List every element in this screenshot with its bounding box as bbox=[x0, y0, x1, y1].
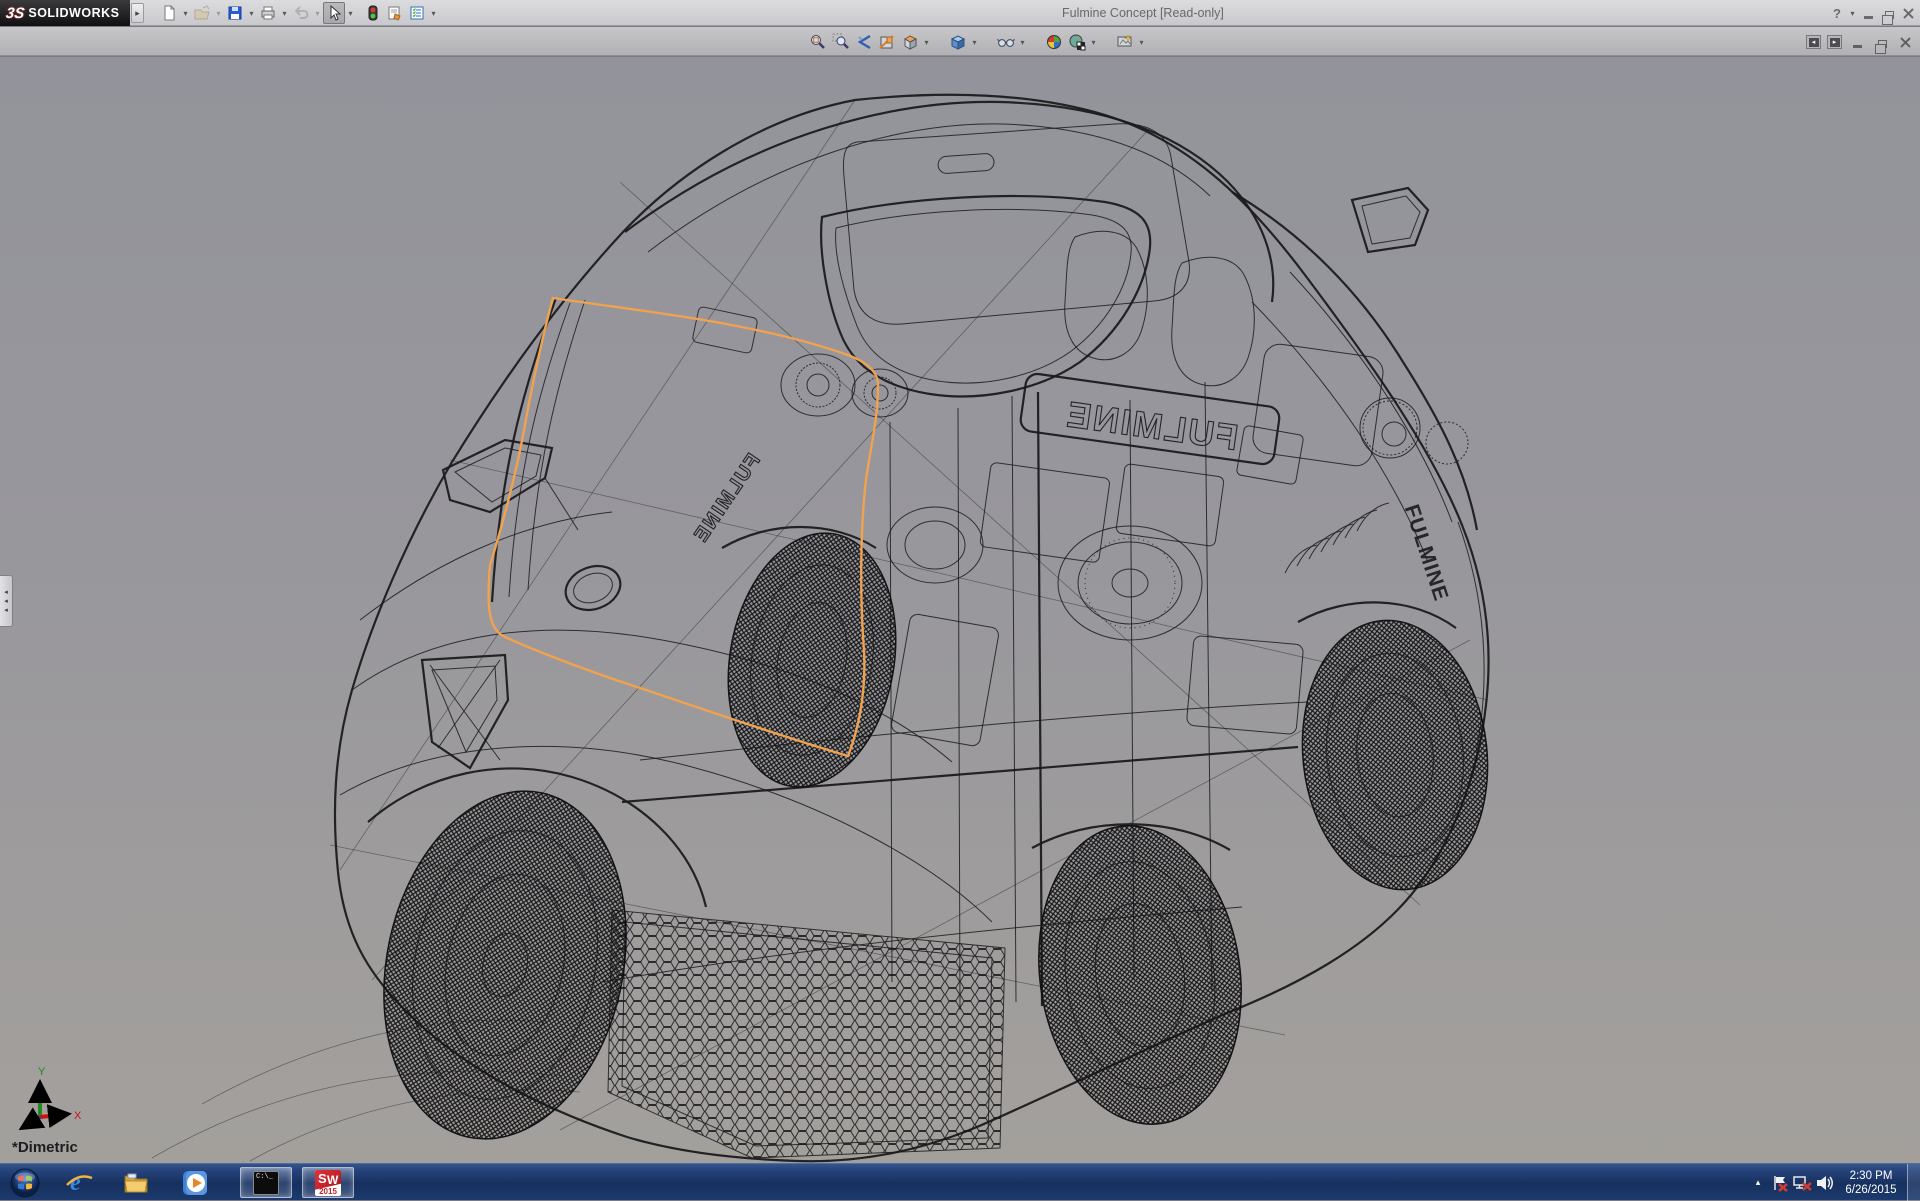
hide-show-dropdown-arrow[interactable]: ▾ bbox=[1017, 31, 1028, 53]
windows-taskbar: e C:\_ S W 2015 ▴ bbox=[0, 1163, 1920, 1200]
title-bar: 3S SOLIDWORKS ▸ ▾ ▾ ▾ ▾ ▾ ▾ bbox=[0, 0, 1920, 26]
print-dropdown-arrow[interactable]: ▾ bbox=[279, 2, 290, 24]
new-document-button[interactable] bbox=[158, 2, 180, 24]
undo-dropdown-arrow[interactable]: ▾ bbox=[312, 2, 323, 24]
document-window-controls: ◂ ▸ bbox=[1806, 30, 1914, 54]
action-center-icon[interactable] bbox=[1769, 1164, 1791, 1201]
side-mirror-right bbox=[1352, 188, 1428, 252]
apply-scene-icon[interactable] bbox=[1065, 31, 1088, 54]
file-explorer-icon bbox=[123, 1169, 151, 1197]
expand-pane-right-button[interactable]: ▸ bbox=[1827, 35, 1842, 49]
document-toolbar-row: ▾ ▾ ▾ ▾ ▾ ◂ ▸ bbox=[0, 27, 1920, 56]
solidworks-logo: 3S SOLIDWORKS bbox=[0, 0, 130, 26]
file-properties-button[interactable] bbox=[384, 2, 406, 24]
taskbar-command-prompt[interactable]: C:\_ bbox=[240, 1167, 292, 1198]
options-dropdown-arrow[interactable]: ▾ bbox=[428, 2, 439, 24]
zoom-to-fit-icon[interactable] bbox=[806, 31, 829, 54]
print-button[interactable] bbox=[257, 2, 279, 24]
select-dropdown-arrow[interactable]: ▾ bbox=[345, 2, 356, 24]
app-close-button[interactable] bbox=[1898, 3, 1918, 23]
cooling-fins bbox=[1285, 503, 1389, 573]
save-button[interactable] bbox=[224, 2, 246, 24]
dassault-3s-logo-icon: 3S bbox=[5, 5, 26, 22]
view-settings-dropdown-arrow[interactable]: ▾ bbox=[1136, 31, 1147, 53]
fulmine-badge-side: FULMINE bbox=[689, 450, 765, 548]
fulmine-badge-rear: FULMINE bbox=[1400, 502, 1453, 605]
edit-appearance-icon[interactable] bbox=[1042, 31, 1065, 54]
show-desktop-button[interactable] bbox=[1907, 1164, 1920, 1201]
new-dropdown-arrow[interactable]: ▾ bbox=[180, 2, 191, 24]
headlight-left-icon bbox=[781, 354, 855, 416]
previous-view-icon[interactable] bbox=[852, 31, 875, 54]
heads-up-view-toolbar: ▾ ▾ ▾ ▾ ▾ bbox=[806, 30, 1147, 54]
window-title: Fulmine Concept [Read-only] bbox=[1062, 0, 1224, 26]
rebuild-button[interactable] bbox=[362, 2, 384, 24]
hide-show-items-icon[interactable] bbox=[994, 31, 1017, 54]
taskbar-solidworks-2015[interactable]: S W 2015 bbox=[302, 1167, 354, 1198]
app-restore-button[interactable] bbox=[1878, 3, 1898, 23]
menu-flyout-arrow[interactable]: ▸ bbox=[131, 3, 144, 23]
taskbar-clock[interactable]: 2:30 PM 6/26/2015 bbox=[1835, 1169, 1907, 1197]
view-settings-icon[interactable] bbox=[1113, 31, 1136, 54]
graphics-area[interactable]: FULMINE FULMINE FULMINE ◂◂◂ Y X *Dimetri… bbox=[0, 57, 1920, 1163]
command-prompt-icon: C:\_ bbox=[253, 1171, 279, 1195]
doc-minimize-button[interactable] bbox=[1848, 33, 1866, 51]
select-tool-button[interactable] bbox=[323, 2, 345, 24]
view-orientation-label: *Dimetric bbox=[12, 1139, 78, 1156]
orientation-triad: Y X bbox=[8, 1065, 88, 1136]
volume-icon[interactable] bbox=[1813, 1164, 1835, 1201]
undo-button[interactable] bbox=[290, 2, 312, 24]
display-style-dropdown-arrow[interactable]: ▾ bbox=[969, 31, 980, 53]
standard-toolbar: ▾ ▾ ▾ ▾ ▾ ▾ ▾ bbox=[158, 1, 439, 25]
triad-y-label: Y bbox=[38, 1066, 46, 1078]
display-style-icon[interactable] bbox=[946, 31, 969, 54]
taskbar-file-explorer[interactable] bbox=[116, 1167, 158, 1198]
clock-date: 6/26/2015 bbox=[1835, 1183, 1907, 1197]
app-minimize-button[interactable] bbox=[1858, 3, 1878, 23]
wheel-rear-right bbox=[1289, 611, 1500, 899]
solidworks-2015-icon: S W 2015 bbox=[315, 1170, 341, 1196]
open-document-button[interactable] bbox=[191, 2, 213, 24]
tray-expand-arrow[interactable]: ▴ bbox=[1747, 1164, 1769, 1201]
doc-close-button[interactable] bbox=[1896, 33, 1914, 51]
zoom-to-area-icon[interactable] bbox=[829, 31, 852, 54]
save-dropdown-arrow[interactable]: ▾ bbox=[246, 2, 257, 24]
view-orientation-icon[interactable] bbox=[898, 31, 921, 54]
car-wireframe-model[interactable]: FULMINE FULMINE FULMINE bbox=[0, 57, 1920, 1163]
taskbar-internet-explorer[interactable]: e bbox=[58, 1167, 100, 1198]
media-player-icon bbox=[181, 1169, 209, 1197]
wheel-front-right bbox=[1020, 813, 1260, 1138]
options-button[interactable] bbox=[406, 2, 428, 24]
network-status-icon[interactable] bbox=[1791, 1164, 1813, 1201]
doc-restore-button[interactable] bbox=[1872, 33, 1890, 51]
headlight-right-icon bbox=[852, 369, 908, 417]
clock-time: 2:30 PM bbox=[1835, 1169, 1907, 1183]
app-window-controls: ? ▾ bbox=[1827, 0, 1918, 26]
svg-text:e: e bbox=[70, 1170, 81, 1196]
brake-disc-detail bbox=[1058, 526, 1202, 640]
triad-x-label: X bbox=[74, 1110, 82, 1122]
help-dropdown-arrow[interactable]: ▾ bbox=[1847, 2, 1858, 24]
open-dropdown-arrow[interactable]: ▾ bbox=[213, 2, 224, 24]
wheel-rear-left bbox=[709, 520, 915, 801]
help-button[interactable]: ? bbox=[1827, 3, 1847, 23]
windows-orb-icon bbox=[10, 1168, 40, 1198]
collapse-pane-left-button[interactable]: ◂ bbox=[1806, 35, 1821, 49]
internet-explorer-icon: e bbox=[65, 1169, 93, 1197]
section-view-icon[interactable] bbox=[875, 31, 898, 54]
taskbar-media-player[interactable] bbox=[174, 1167, 216, 1198]
view-orientation-dropdown-arrow[interactable]: ▾ bbox=[921, 31, 932, 53]
apply-scene-dropdown-arrow[interactable]: ▾ bbox=[1088, 31, 1099, 53]
start-button[interactable] bbox=[6, 1167, 44, 1198]
solidworks-wordmark: SOLIDWORKS bbox=[28, 6, 119, 20]
feature-tree-flyout-tab[interactable]: ◂◂◂ bbox=[0, 575, 13, 627]
system-tray: ▴ 2:30 PM 6/26/2015 bbox=[1747, 1164, 1920, 1201]
